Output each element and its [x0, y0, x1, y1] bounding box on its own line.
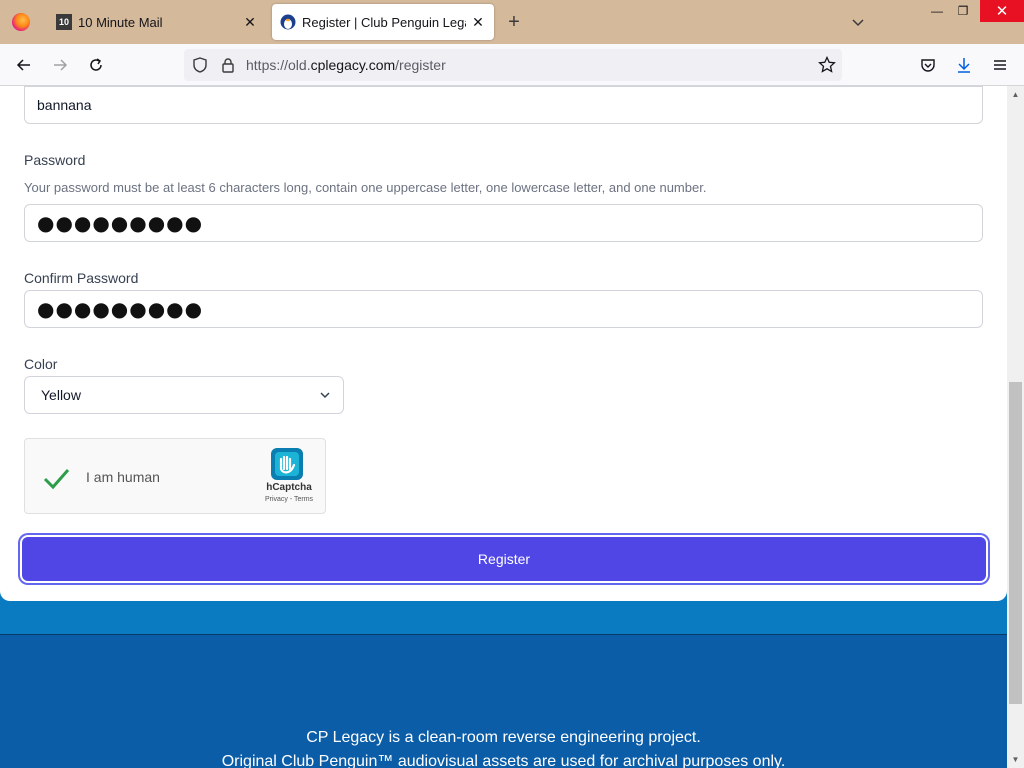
hcaptcha-links[interactable]: Privacy - Terms — [257, 496, 321, 503]
password-field[interactable]: ●●●●●●●●● — [24, 204, 983, 242]
scroll-up-arrow-icon[interactable]: ▲ — [1007, 86, 1024, 103]
new-tab-icon[interactable]: + — [502, 10, 526, 34]
hcaptcha-widget[interactable]: I am human hCaptcha Privacy - Terms — [24, 438, 326, 514]
scroll-down-arrow-icon[interactable]: ▼ — [1007, 751, 1024, 768]
10-minute-mail-icon: 10 — [56, 14, 72, 30]
username-value: bannana — [37, 97, 92, 113]
password-hint: Your password must be at least 6 charact… — [24, 180, 707, 195]
footer: CP Legacy is a clean-room reverse engine… — [0, 634, 1007, 768]
confirm-password-label: Confirm Password — [24, 270, 139, 286]
color-label: Color — [24, 356, 58, 372]
register-button[interactable]: Register — [22, 537, 986, 581]
firefox-view-button[interactable] — [0, 0, 42, 44]
tab-bar: 10 10 Minute Mail ✕ Register | Club Peng… — [0, 0, 1024, 44]
url-domain: cplegacy.com — [310, 57, 396, 73]
bookmark-star-icon[interactable] — [812, 56, 842, 74]
color-select-value: Yellow — [41, 387, 81, 403]
lock-icon[interactable] — [214, 57, 242, 73]
username-field[interactable]: bannana — [24, 86, 983, 124]
hcaptcha-logo-icon — [271, 448, 303, 480]
pocket-icon[interactable] — [914, 51, 942, 79]
hcaptcha-brand: hCaptcha — [266, 482, 312, 493]
penguin-icon — [280, 14, 296, 30]
firefox-icon — [12, 13, 30, 31]
confirm-password-mask: ●●●●●●●●● — [37, 297, 204, 321]
footer-line-2: Original Club Penguin™ audiovisual asset… — [221, 753, 786, 768]
url-path: /register — [395, 57, 446, 73]
captcha-label: I am human — [86, 469, 160, 485]
window-close-icon[interactable]: ✕ — [980, 0, 1024, 22]
close-tab-icon[interactable]: ✕ — [238, 10, 262, 34]
download-icon[interactable] — [950, 51, 978, 79]
chevron-down-icon — [307, 389, 343, 401]
url-prefix: https://old. — [246, 57, 311, 73]
page-viewport: bannana Password Your password must be a… — [0, 86, 1007, 768]
confirm-password-field[interactable]: ●●●●●●●●● — [24, 290, 983, 328]
tab-10-minute-mail[interactable]: 10 10 Minute Mail ✕ — [44, 4, 266, 40]
password-label: Password — [24, 152, 86, 168]
scrollbar-thumb[interactable] — [1009, 382, 1022, 704]
tab-title: Register | Club Penguin Legacy — [302, 14, 466, 30]
tab-register[interactable]: Register | Club Penguin Legacy ✕ — [272, 4, 494, 40]
close-tab-icon[interactable]: ✕ — [466, 10, 490, 34]
url-text[interactable]: https://old.cplegacy.com/register — [246, 57, 812, 73]
page-scrollbar[interactable]: ▲ ▼ — [1007, 86, 1024, 768]
tab-title: 10 Minute Mail — [78, 14, 163, 30]
tracking-protection-icon[interactable] — [186, 57, 214, 73]
hamburger-menu-icon[interactable] — [986, 51, 1014, 79]
list-all-tabs-icon[interactable] — [846, 10, 870, 34]
address-bar[interactable]: https://old.cplegacy.com/register — [184, 49, 842, 81]
forward-icon[interactable] — [46, 51, 74, 79]
restore-icon[interactable]: ❐ — [946, 0, 980, 22]
checkmark-icon[interactable] — [41, 463, 71, 493]
register-form-card: bannana Password Your password must be a… — [0, 86, 1007, 601]
back-icon[interactable] — [10, 51, 38, 79]
navigation-toolbar: https://old.cplegacy.com/register — [0, 44, 1024, 86]
reload-icon[interactable] — [82, 51, 110, 79]
password-mask: ●●●●●●●●● — [37, 211, 204, 235]
footer-line-1: CP Legacy is a clean-room reverse engine… — [306, 729, 701, 746]
color-select[interactable]: Yellow — [24, 376, 344, 414]
